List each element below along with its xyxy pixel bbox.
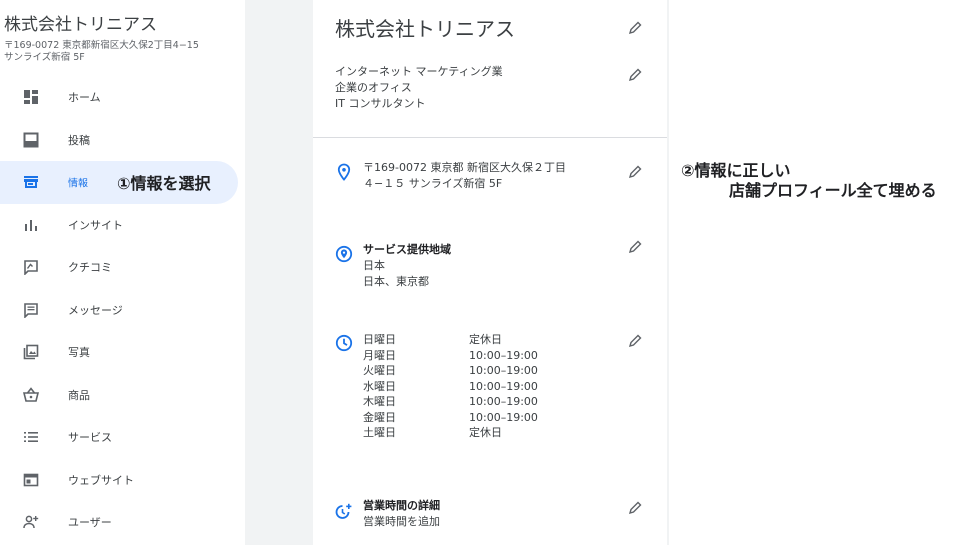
hours-day: 火曜日	[363, 364, 396, 377]
hours-day: 水曜日	[363, 379, 396, 393]
service-area-line: 日本、東京都	[363, 275, 429, 288]
hours-row: 日曜日 定休日	[363, 332, 538, 348]
annotation-line: 店舗プロフィール全て埋める	[729, 181, 937, 200]
sidebar-item-label: ウェブサイト	[68, 473, 134, 487]
sidebar-item-home[interactable]: ホーム	[0, 76, 245, 119]
hours-row: 土曜日 定休日	[363, 425, 538, 441]
sidebar-item-services[interactable]: サービス	[0, 416, 245, 459]
sidebar-item-insights[interactable]: インサイト	[0, 204, 245, 247]
address-line-1: 〒169-0072 東京都新宿区大久保2丁目4−15	[4, 40, 199, 51]
storefront-icon	[20, 171, 42, 193]
category-item: インターネット マーケティング業	[335, 65, 503, 78]
service-area-line: 日本	[363, 259, 385, 272]
sidebar-item-users[interactable]: ユーザー	[0, 501, 245, 544]
message-icon	[20, 299, 42, 321]
hours-row: 月曜日 10:00–19:00	[363, 348, 538, 364]
sidebar: 株式会社トリニアス 〒169-0072 東京都新宿区大久保2丁目4−15 サンラ…	[0, 0, 245, 545]
sidebar-item-label: 写真	[68, 346, 90, 360]
panel-edge	[667, 0, 669, 545]
hours-time: 10:00–19:00	[469, 379, 538, 393]
hours-time: 10:00–19:00	[469, 395, 538, 408]
info-panel: 株式会社トリニアス インターネット マーケティング業 企業のオフィス IT コン…	[313, 0, 667, 545]
hours-day: 日曜日	[363, 333, 396, 346]
sidebar-item-label: インサイト	[68, 218, 123, 232]
sidebar-item-label: ユーザー	[68, 516, 112, 530]
hours-time: 10:00–19:00	[469, 364, 538, 377]
location-pin-icon	[335, 163, 353, 181]
business-name: 株式会社トリニアス	[4, 15, 157, 35]
edit-hours-pencil-icon[interactable]	[627, 333, 643, 349]
more-hours-heading: 営業時間の詳細	[363, 499, 440, 512]
sidebar-item-label: 商品	[68, 388, 90, 402]
sidebar-item-reviews[interactable]: クチコミ	[0, 246, 245, 289]
sidebar-item-label: 投稿	[68, 133, 90, 147]
review-icon	[20, 256, 42, 278]
edit-address-pencil-icon[interactable]	[627, 164, 643, 180]
address-line: 〒169-0072 東京都 新宿区大久保２丁目	[363, 161, 566, 174]
add-hours-link[interactable]: 営業時間を追加	[363, 514, 440, 530]
hours-time: 定休日	[469, 333, 502, 346]
list-icon	[20, 426, 42, 448]
photo-icon	[20, 341, 42, 363]
sidebar-item-label: ホーム	[68, 91, 101, 105]
clock-icon	[335, 334, 353, 352]
hours-row: 火曜日 10:00–19:00	[363, 363, 538, 379]
website-icon	[20, 469, 42, 491]
hours-time: 10:00–19:00	[469, 348, 538, 362]
sidebar-item-messages[interactable]: メッセージ	[0, 289, 245, 332]
edit-name-pencil-icon[interactable]	[627, 20, 643, 36]
hours-time: 定休日	[469, 426, 502, 439]
hours-row: 木曜日 10:00–19:00	[363, 394, 538, 410]
sidebar-item-posts[interactable]: 投稿	[0, 119, 245, 162]
divider	[313, 137, 667, 138]
business-address: 〒169-0072 東京都新宿区大久保2丁目4−15 サンライズ新宿 5F	[4, 40, 244, 64]
insights-icon	[20, 214, 42, 236]
edit-more-hours-pencil-icon[interactable]	[627, 500, 643, 516]
business-title: 株式会社トリニアス	[335, 17, 515, 41]
sidebar-item-label: メッセージ	[68, 303, 123, 317]
annotation-select-info: ①情報を選択	[117, 174, 211, 194]
category-item: IT コンサルタント	[335, 97, 426, 110]
address-line-2: サンライズ新宿 5F	[4, 52, 85, 63]
more-hours-block: 営業時間の詳細 営業時間を追加	[363, 498, 440, 530]
annotation-fill-profile: ②情報に正しい 店舗プロフィール全て埋める	[681, 161, 937, 201]
hours-day: 土曜日	[363, 426, 396, 439]
post-icon	[20, 129, 42, 151]
more-hours-clock-icon	[335, 503, 353, 521]
address-line: ４−１５ サンライズ新宿 5F	[363, 177, 503, 190]
hours-row: 水曜日 10:00–19:00	[363, 379, 538, 395]
sidebar-item-photos[interactable]: 写真	[0, 331, 245, 374]
hours-time: 10:00–19:00	[469, 410, 538, 424]
add-user-icon	[20, 511, 42, 533]
category-item: 企業のオフィス	[335, 81, 412, 94]
sidebar-item-label: クチコミ	[68, 261, 112, 275]
content-gutter	[245, 0, 313, 545]
service-area-block: サービス提供地域 日本 日本、東京都	[363, 242, 451, 290]
hours-table: 日曜日 定休日 月曜日 10:00–19:00 火曜日 10:00–19:00 水曜日…	[363, 332, 538, 441]
sidebar-item-products[interactable]: 商品	[0, 374, 245, 417]
hours-day: 木曜日	[363, 395, 396, 408]
basket-icon	[20, 384, 42, 406]
annotation-line: ②情報に正しい	[681, 161, 791, 180]
sidebar-item-label: サービス	[68, 431, 112, 445]
edit-category-pencil-icon[interactable]	[627, 67, 643, 83]
hours-day: 月曜日	[363, 348, 396, 362]
service-area-heading: サービス提供地域	[363, 243, 451, 256]
sidebar-nav: ホーム 投稿 情報 ①情報を選択 インサイト クチコミ メッセージ 写真 商品 …	[0, 76, 245, 544]
service-area-icon	[335, 245, 353, 263]
hours-row: 金曜日 10:00–19:00	[363, 410, 538, 426]
edit-service-area-pencil-icon[interactable]	[627, 239, 643, 255]
hours-day: 金曜日	[363, 410, 396, 424]
category-list: インターネット マーケティング業 企業のオフィス IT コンサルタント	[335, 64, 503, 112]
sidebar-item-label: 情報	[68, 178, 88, 190]
sidebar-item-website[interactable]: ウェブサイト	[0, 459, 245, 502]
sidebar-item-info[interactable]: 情報 ①情報を選択	[0, 161, 238, 204]
address-block: 〒169-0072 東京都 新宿区大久保２丁目 ４−１５ サンライズ新宿 5F	[363, 160, 566, 192]
dashboard-icon	[20, 86, 42, 108]
